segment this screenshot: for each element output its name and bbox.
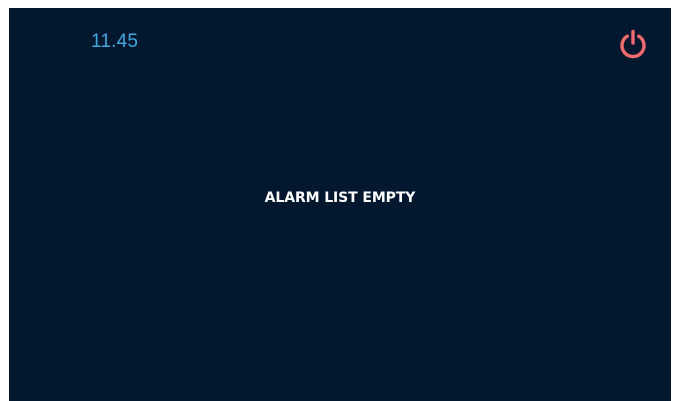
power-button[interactable] bbox=[613, 24, 653, 64]
alarm-screen: 11.45 ALARM LIST EMPTY bbox=[9, 8, 671, 401]
clock-time: 11.45 bbox=[91, 31, 139, 52]
alarm-list-empty-message: ALARM LIST EMPTY bbox=[264, 190, 416, 206]
power-icon bbox=[617, 28, 649, 60]
